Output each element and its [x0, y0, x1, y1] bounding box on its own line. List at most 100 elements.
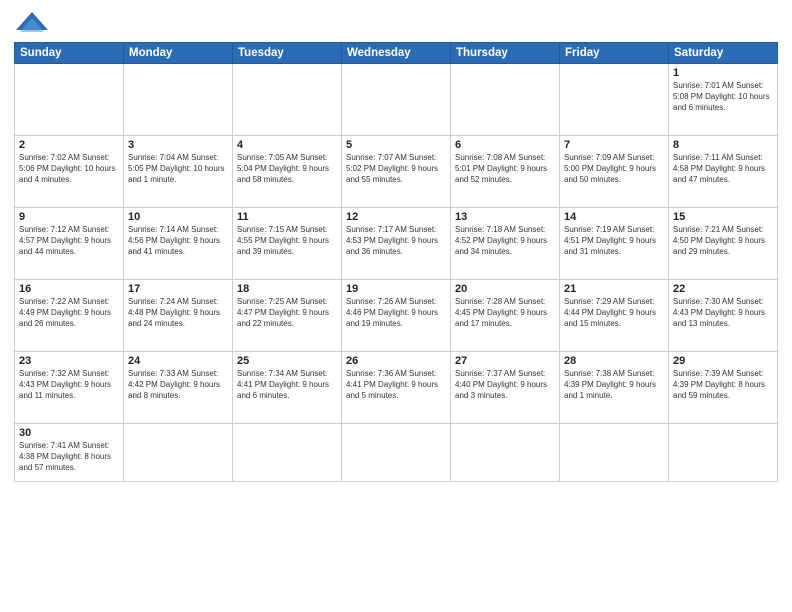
weekday-header-wednesday: Wednesday	[342, 43, 451, 64]
day-number: 6	[455, 139, 555, 151]
calendar-cell: 22 Sunrise: 7:30 AM Sunset: 4:43 PM Dayli…	[669, 280, 778, 352]
day-info: Sunrise: 7:25 AM Sunset: 4:47 PM Dayligh…	[237, 297, 337, 329]
day-number: 29	[673, 355, 773, 367]
calendar-cell	[342, 424, 451, 482]
day-number: 21	[564, 283, 664, 295]
day-info: Sunrise: 7:04 AM Sunset: 5:05 PM Dayligh…	[128, 153, 228, 185]
calendar-cell: 18 Sunrise: 7:25 AM Sunset: 4:47 PM Dayli…	[233, 280, 342, 352]
day-number: 11	[237, 211, 337, 223]
calendar-cell	[451, 424, 560, 482]
day-number: 10	[128, 211, 228, 223]
calendar-cell: 25 Sunrise: 7:34 AM Sunset: 4:41 PM Dayli…	[233, 352, 342, 424]
day-info: Sunrise: 7:30 AM Sunset: 4:43 PM Dayligh…	[673, 297, 773, 329]
day-number: 22	[673, 283, 773, 295]
calendar-cell: 23Sunrise: 7:32 AM Sunset: 4:43 PM Dayli…	[15, 352, 124, 424]
weekday-header-thursday: Thursday	[451, 43, 560, 64]
calendar-cell: 29 Sunrise: 7:39 AM Sunset: 4:39 PM Dayli…	[669, 352, 778, 424]
calendar-cell: 27 Sunrise: 7:37 AM Sunset: 4:40 PM Dayli…	[451, 352, 560, 424]
calendar-cell: 16Sunrise: 7:22 AM Sunset: 4:49 PM Dayli…	[15, 280, 124, 352]
calendar-cell: 20Sunrise: 7:28 AM Sunset: 4:45 PM Dayli…	[451, 280, 560, 352]
day-number: 9	[19, 211, 119, 223]
day-number: 15	[673, 211, 773, 223]
day-number: 27	[455, 355, 555, 367]
calendar-cell	[560, 424, 669, 482]
calendar-cell: 21 Sunrise: 7:29 AM Sunset: 4:44 PM Dayli…	[560, 280, 669, 352]
calendar-cell: 10 Sunrise: 7:14 AM Sunset: 4:56 PM Dayli…	[124, 208, 233, 280]
calendar-cell: 11 Sunrise: 7:15 AM Sunset: 4:55 PM Dayli…	[233, 208, 342, 280]
weekday-header-tuesday: Tuesday	[233, 43, 342, 64]
day-number: 18	[237, 283, 337, 295]
day-info: Sunrise: 7:15 AM Sunset: 4:55 PM Dayligh…	[237, 225, 337, 257]
calendar-cell: 19 Sunrise: 7:26 AM Sunset: 4:46 PM Dayli…	[342, 280, 451, 352]
calendar-cell: 24 Sunrise: 7:33 AM Sunset: 4:42 PM Dayli…	[124, 352, 233, 424]
logo	[14, 10, 54, 38]
day-info: Sunrise: 7:26 AM Sunset: 4:46 PM Dayligh…	[346, 297, 446, 329]
day-info: Sunrise: 7:34 AM Sunset: 4:41 PM Dayligh…	[237, 369, 337, 401]
calendar-cell	[560, 64, 669, 136]
day-info: Sunrise: 7:17 AM Sunset: 4:53 PM Dayligh…	[346, 225, 446, 257]
day-number: 14	[564, 211, 664, 223]
day-number: 4	[237, 139, 337, 151]
calendar-cell	[15, 64, 124, 136]
calendar-cell	[124, 424, 233, 482]
day-info: Sunrise: 7:07 AM Sunset: 5:02 PM Dayligh…	[346, 153, 446, 185]
calendar-cell: 26 Sunrise: 7:36 AM Sunset: 4:41 PM Dayli…	[342, 352, 451, 424]
logo-icon	[14, 10, 50, 38]
calendar: SundayMondayTuesdayWednesdayThursdayFrid…	[14, 42, 778, 482]
day-number: 2	[19, 139, 119, 151]
day-number: 12	[346, 211, 446, 223]
day-info: Sunrise: 7:09 AM Sunset: 5:00 PM Dayligh…	[564, 153, 664, 185]
day-info: Sunrise: 7:33 AM Sunset: 4:42 PM Dayligh…	[128, 369, 228, 401]
calendar-cell	[342, 64, 451, 136]
weekday-header-monday: Monday	[124, 43, 233, 64]
weekday-header-friday: Friday	[560, 43, 669, 64]
calendar-cell: 9 Sunrise: 7:12 AM Sunset: 4:57 PM Daylig…	[15, 208, 124, 280]
day-info: Sunrise: 7:14 AM Sunset: 4:56 PM Dayligh…	[128, 225, 228, 257]
calendar-cell	[124, 64, 233, 136]
day-number: 3	[128, 139, 228, 151]
week-row-3: 16Sunrise: 7:22 AM Sunset: 4:49 PM Dayli…	[15, 280, 778, 352]
week-row-4: 23Sunrise: 7:32 AM Sunset: 4:43 PM Dayli…	[15, 352, 778, 424]
page-container: SundayMondayTuesdayWednesdayThursdayFrid…	[0, 0, 792, 488]
calendar-cell: 13 Sunrise: 7:18 AM Sunset: 4:52 PM Dayli…	[451, 208, 560, 280]
day-number: 20	[455, 283, 555, 295]
weekday-header-saturday: Saturday	[669, 43, 778, 64]
day-info: Sunrise: 7:01 AM Sunset: 5:08 PM Dayligh…	[673, 81, 773, 113]
day-info: Sunrise: 7:39 AM Sunset: 4:39 PM Dayligh…	[673, 369, 773, 401]
day-number: 25	[237, 355, 337, 367]
day-info: Sunrise: 7:38 AM Sunset: 4:39 PM Dayligh…	[564, 369, 664, 401]
week-row-1: 2 Sunrise: 7:02 AM Sunset: 5:06 PM Daylig…	[15, 136, 778, 208]
day-info: Sunrise: 7:36 AM Sunset: 4:41 PM Dayligh…	[346, 369, 446, 401]
day-info: Sunrise: 7:05 AM Sunset: 5:04 PM Dayligh…	[237, 153, 337, 185]
day-number: 30	[19, 427, 119, 439]
day-number: 13	[455, 211, 555, 223]
day-info: Sunrise: 7:12 AM Sunset: 4:57 PM Dayligh…	[19, 225, 119, 257]
day-info: Sunrise: 7:37 AM Sunset: 4:40 PM Dayligh…	[455, 369, 555, 401]
day-number: 17	[128, 283, 228, 295]
day-number: 16	[19, 283, 119, 295]
calendar-cell	[669, 424, 778, 482]
calendar-cell: 12 Sunrise: 7:17 AM Sunset: 4:53 PM Dayli…	[342, 208, 451, 280]
day-number: 26	[346, 355, 446, 367]
day-number: 28	[564, 355, 664, 367]
day-info: Sunrise: 7:18 AM Sunset: 4:52 PM Dayligh…	[455, 225, 555, 257]
day-info: Sunrise: 7:02 AM Sunset: 5:06 PM Dayligh…	[19, 153, 119, 185]
day-number: 23	[19, 355, 119, 367]
calendar-cell: 28 Sunrise: 7:38 AM Sunset: 4:39 PM Dayli…	[560, 352, 669, 424]
calendar-cell	[233, 424, 342, 482]
day-number: 7	[564, 139, 664, 151]
calendar-cell: 4 Sunrise: 7:05 AM Sunset: 5:04 PM Daylig…	[233, 136, 342, 208]
day-number: 19	[346, 283, 446, 295]
calendar-cell: 3 Sunrise: 7:04 AM Sunset: 5:05 PM Daylig…	[124, 136, 233, 208]
calendar-cell: 6Sunrise: 7:08 AM Sunset: 5:01 PM Daylig…	[451, 136, 560, 208]
week-row-5: 30 Sunrise: 7:41 AM Sunset: 4:38 PM Dayli…	[15, 424, 778, 482]
day-info: Sunrise: 7:24 AM Sunset: 4:48 PM Dayligh…	[128, 297, 228, 329]
day-number: 24	[128, 355, 228, 367]
day-info: Sunrise: 7:29 AM Sunset: 4:44 PM Dayligh…	[564, 297, 664, 329]
weekday-header-row: SundayMondayTuesdayWednesdayThursdayFrid…	[15, 43, 778, 64]
calendar-cell: 17 Sunrise: 7:24 AM Sunset: 4:48 PM Dayli…	[124, 280, 233, 352]
calendar-cell: 15Sunrise: 7:21 AM Sunset: 4:50 PM Dayli…	[669, 208, 778, 280]
day-info: Sunrise: 7:41 AM Sunset: 4:38 PM Dayligh…	[19, 441, 119, 473]
weekday-header-sunday: Sunday	[15, 43, 124, 64]
calendar-cell: 7 Sunrise: 7:09 AM Sunset: 5:00 PM Daylig…	[560, 136, 669, 208]
